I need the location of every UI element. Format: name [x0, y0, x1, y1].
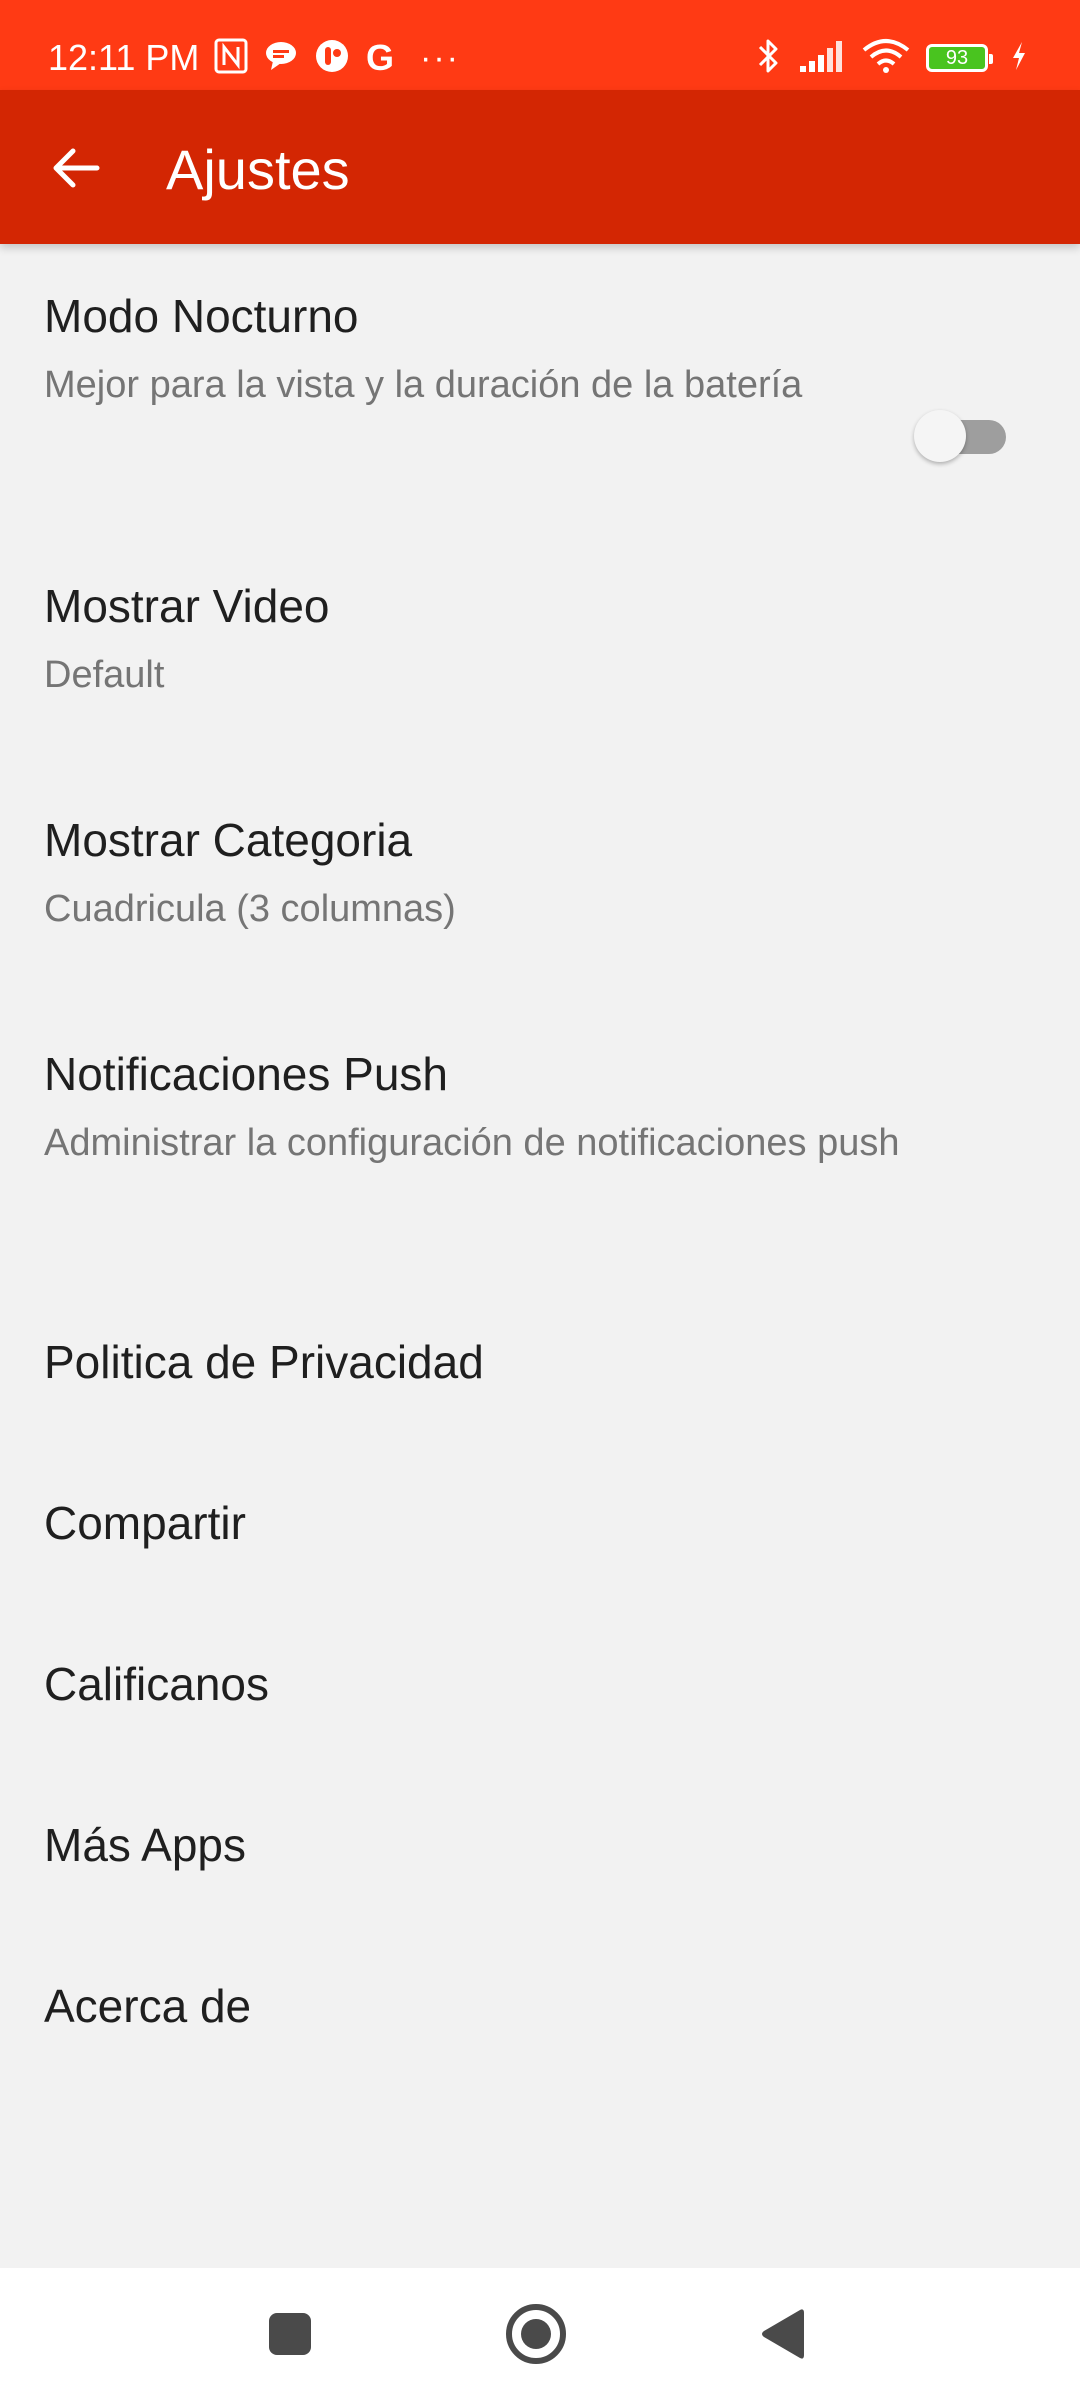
- recents-square-icon: [268, 2312, 312, 2361]
- recents-button[interactable]: [252, 2298, 328, 2374]
- setting-more-apps[interactable]: Más Apps: [0, 1815, 1080, 1875]
- page-title: Ajustes: [166, 138, 350, 201]
- battery-level: 93: [945, 47, 969, 69]
- setting-title: Calificanos: [44, 1658, 269, 1710]
- charging-icon: [1010, 40, 1028, 77]
- app-notification-icon: [314, 38, 350, 79]
- setting-push-notifications[interactable]: Notificaciones Push Administrar la confi…: [0, 1044, 1080, 1171]
- wifi-icon: [862, 38, 910, 79]
- back-triangle-icon: [758, 2307, 806, 2366]
- arrow-back-icon: [51, 146, 101, 195]
- bluetooth-icon: [756, 36, 782, 81]
- setting-share[interactable]: Compartir: [0, 1493, 1080, 1553]
- nfc-icon: [214, 38, 248, 79]
- home-button[interactable]: [498, 2298, 574, 2374]
- google-icon: G: [366, 37, 395, 78]
- battery-icon: 93: [926, 44, 993, 72]
- setting-title: Modo Nocturno: [44, 290, 359, 342]
- setting-show-video[interactable]: Mostrar Video Default: [0, 576, 1080, 703]
- setting-title: Notificaciones Push: [44, 1048, 448, 1100]
- signal-icon: [798, 38, 846, 79]
- setting-title: Compartir: [44, 1497, 246, 1549]
- setting-summary: Administrar la configuración de notifica…: [44, 1122, 900, 1164]
- app-bar: Ajustes: [0, 90, 1080, 244]
- setting-night-mode[interactable]: Modo Nocturno Mejor para la vista y la d…: [0, 286, 1080, 462]
- setting-summary: Cuadricula (3 columnas): [44, 888, 456, 930]
- night-mode-toggle[interactable]: [914, 410, 1006, 462]
- toggle-thumb: [914, 410, 966, 462]
- setting-about[interactable]: Acerca de: [0, 1976, 1080, 2036]
- status-notification-icons: G ···: [214, 38, 460, 78]
- setting-summary: Default: [44, 654, 165, 696]
- setting-rate-us[interactable]: Calificanos: [0, 1654, 1080, 1714]
- back-button[interactable]: [34, 128, 118, 212]
- setting-title: Mostrar Video: [44, 580, 330, 632]
- setting-privacy-policy[interactable]: Politica de Privacidad: [0, 1332, 1080, 1392]
- setting-summary: Mejor para la vista y la duración de la …: [44, 364, 803, 406]
- back-nav-button[interactable]: [744, 2298, 820, 2374]
- home-circle-icon: [505, 2303, 567, 2370]
- system-nav-bar: [0, 2268, 1080, 2400]
- setting-show-category[interactable]: Mostrar Categoria Cuadricula (3 columnas…: [0, 810, 1080, 937]
- chat-bubble-icon: [264, 39, 298, 78]
- status-system-icons: 93: [756, 36, 1028, 80]
- more-dots-icon: ···: [420, 39, 460, 77]
- setting-title: Más Apps: [44, 1819, 246, 1871]
- status-time: 12:11 PM: [48, 37, 200, 78]
- setting-title: Acerca de: [44, 1980, 252, 2032]
- status-bar: 12:11 PM G ··· 93: [0, 0, 1080, 90]
- setting-title: Politica de Privacidad: [44, 1336, 484, 1388]
- setting-title: Mostrar Categoria: [44, 814, 413, 866]
